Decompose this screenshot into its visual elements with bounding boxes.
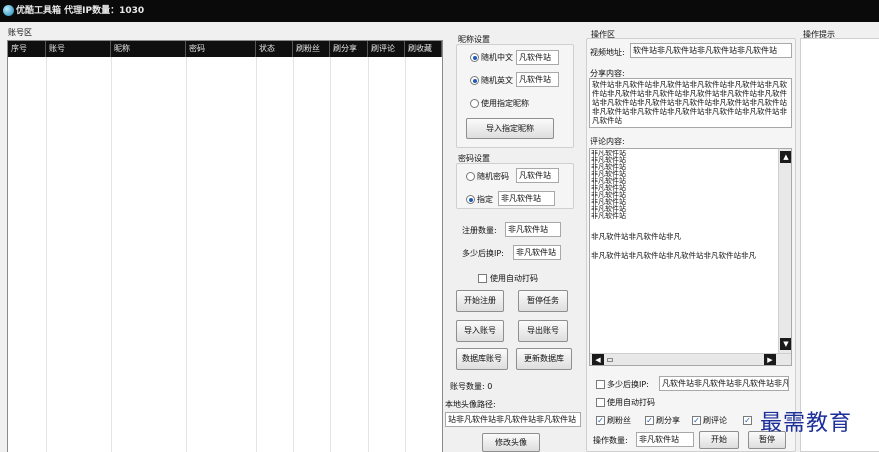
column-header[interactable]: 昵称 <box>111 41 186 57</box>
start-register-button[interactable]: 开始注册 <box>456 290 504 312</box>
register-switch-ip-field[interactable]: 非凡软件站 <box>513 245 561 260</box>
start-button[interactable]: 开始 <box>699 431 739 449</box>
column-divider <box>330 57 331 452</box>
op-auto-captcha-checkbox[interactable] <box>596 398 605 407</box>
column-header[interactable]: 序号 <box>8 41 46 57</box>
column-header[interactable]: 刷粉丝 <box>293 41 330 57</box>
use-specified-label: 使用指定昵称 <box>481 99 529 108</box>
column-divider <box>293 57 294 452</box>
account-area-label: 账号区 <box>8 28 32 37</box>
column-header[interactable]: 刷分享 <box>330 41 368 57</box>
random-cn-label: 随机中文 <box>481 53 513 62</box>
import-nickname-button[interactable]: 导入指定昵称 <box>466 118 554 139</box>
update-db-button[interactable]: 更新数据库 <box>516 348 572 370</box>
share-label: 刷分享 <box>656 416 680 425</box>
random-en-label: 随机英文 <box>481 76 513 85</box>
avatar-path-field[interactable]: 站非凡软件站非凡软件站非凡软件站 <box>445 412 581 427</box>
share-checkbox[interactable]: ✓ <box>645 416 654 425</box>
watermark: 最需教育 <box>760 411 853 436</box>
specified-password-field[interactable]: 非凡软件站 <box>498 191 555 206</box>
specified-password-radio[interactable] <box>466 195 475 204</box>
random-password-radio[interactable] <box>466 172 475 181</box>
op-switch-ip-checkbox[interactable] <box>596 380 605 389</box>
column-divider <box>256 57 257 452</box>
scroll-right-icon[interactable]: ▶ <box>764 354 776 365</box>
app-icon <box>3 5 14 16</box>
column-header[interactable]: 账号 <box>46 41 111 57</box>
register-count-field[interactable]: 非凡软件站 <box>505 222 561 237</box>
register-count-label: 注册数量: <box>462 226 497 235</box>
column-divider <box>186 57 187 452</box>
fans-label: 刷粉丝 <box>607 416 631 425</box>
column-divider <box>46 57 47 452</box>
avatar-path-label: 本地头像路径: <box>445 400 496 409</box>
tips-area-panel <box>800 38 879 452</box>
column-header[interactable]: 刷收藏 <box>405 41 442 57</box>
register-auto-captcha-checkbox[interactable] <box>478 274 487 283</box>
comment-lines: 非凡软件站 非凡软件站 非凡软件站 非凡软件站 非凡软件站 非凡软件站 非凡软件站 非凡软件站… <box>591 150 777 220</box>
scroll-up-icon[interactable]: ▲ <box>780 151 791 163</box>
use-specified-radio[interactable] <box>470 99 479 108</box>
column-divider <box>405 57 406 452</box>
scroll-thumb[interactable] <box>607 358 613 362</box>
db-accounts-button[interactable]: 数据库账号 <box>456 348 508 370</box>
register-auto-captcha-label: 使用自动打码 <box>490 274 538 283</box>
random-cn-radio[interactable] <box>470 53 479 62</box>
column-header[interactable]: 密码 <box>186 41 256 57</box>
random-en-field[interactable]: 凡软件站 <box>516 72 559 87</box>
share-content-textarea[interactable]: 软件站非凡软件站非凡软件站非凡软件站非凡软件站非凡软件站非凡软件站非凡软件站非凡… <box>589 78 792 128</box>
comment-content-textarea[interactable]: 非凡软件站 非凡软件站 非凡软件站 非凡软件站 非凡软件站 非凡软件站 非凡软件站 非凡软件站… <box>589 148 792 366</box>
column-header[interactable]: 状态 <box>256 41 293 57</box>
op-switch-ip-field[interactable]: 凡软件站非凡软件站非凡软件站非凡软件站 <box>659 376 789 391</box>
account-count-label: 账号数量: 0 <box>450 382 493 391</box>
random-password-field[interactable]: 凡软件站 <box>516 168 559 183</box>
op-switch-ip-label: 多少后换IP: <box>607 380 649 389</box>
comment-content-label: 评论内容: <box>590 137 625 146</box>
video-url-field[interactable]: 软件站非凡软件站非凡软件站非凡软件站 <box>630 43 792 58</box>
comment-line-b: 非凡软件站非凡软件站非凡软件站非凡软件站非凡 <box>591 251 756 260</box>
change-avatar-button[interactable]: 修改头像 <box>482 433 540 452</box>
export-accounts-button[interactable]: 导出账号 <box>518 320 568 342</box>
window-title: 优酷工具箱 代理IP数量：1030 <box>16 6 145 16</box>
pause-task-button[interactable]: 暂停任务 <box>518 290 568 312</box>
random-en-radio[interactable] <box>470 76 479 85</box>
comment-line-a: 非凡软件站非凡软件站非凡 <box>591 232 681 241</box>
op-count-label: 操作数量: <box>593 436 628 445</box>
op-count-field[interactable]: 非凡软件站 <box>636 432 694 447</box>
specified-password-label: 指定 <box>477 195 493 204</box>
comment-horizontal-scrollbar[interactable]: ◀ ▶ <box>590 353 791 365</box>
scroll-left-icon[interactable]: ◀ <box>592 354 604 365</box>
random-password-label: 随机密码 <box>477 172 509 181</box>
comment-checkbox[interactable]: ✓ <box>692 416 701 425</box>
column-header[interactable]: 刷评论 <box>368 41 405 57</box>
title-bar: 优酷工具箱 代理IP数量：1030 <box>0 0 879 22</box>
scroll-down-icon[interactable]: ▼ <box>780 338 791 350</box>
video-url-label: 视频地址: <box>590 48 625 57</box>
column-divider <box>368 57 369 452</box>
op-auto-captcha-label: 使用自动打码 <box>607 398 655 407</box>
favorite-checkbox[interactable]: ✓ <box>743 416 752 425</box>
column-divider <box>111 57 112 452</box>
random-cn-field[interactable]: 凡软件站 <box>516 50 559 65</box>
comment-content-body: 非凡软件站 非凡软件站 非凡软件站 非凡软件站 非凡软件站 非凡软件站 非凡软件站 非凡软件站… <box>591 150 777 352</box>
comment-label: 刷评论 <box>703 416 727 425</box>
fans-checkbox[interactable]: ✓ <box>596 416 605 425</box>
comment-line: 非凡软件站 <box>591 212 626 220</box>
account-table[interactable]: 序号 账号 昵称 密码 状态 刷粉丝 刷分享 刷评论 刷收藏 <box>7 40 443 452</box>
import-accounts-button[interactable]: 导入账号 <box>456 320 504 342</box>
comment-vertical-scrollbar[interactable]: ▲ ▼ <box>778 149 791 353</box>
table-header: 序号 账号 昵称 密码 状态 刷粉丝 刷分享 刷评论 刷收藏 <box>8 41 442 57</box>
register-switch-ip-label: 多少后换IP: <box>462 249 504 258</box>
